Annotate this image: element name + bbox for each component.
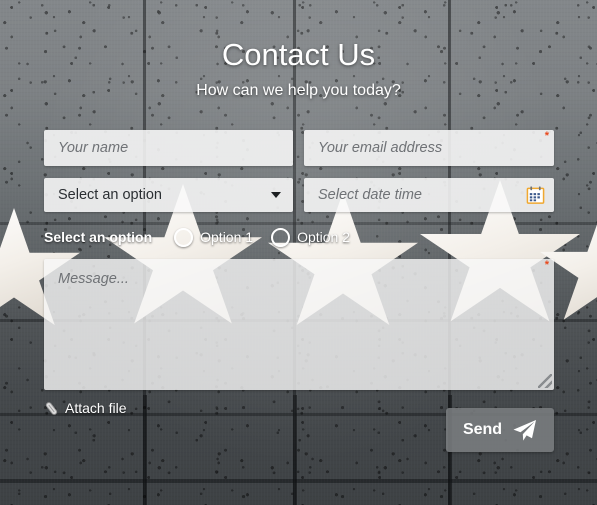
option-select-value: Select an option [58, 187, 162, 203]
textarea-resize-handle[interactable] [538, 374, 552, 388]
chevron-down-icon [271, 192, 281, 198]
email-required-asterisk: * [544, 130, 549, 142]
message-required-asterisk: * [544, 259, 549, 271]
page-subtitle: How can we help you today? [196, 82, 401, 99]
radio-option-1[interactable]: Option 1 [174, 227, 254, 247]
send-button-label: Send [462, 421, 503, 438]
radio-group-label: Select an option [44, 229, 153, 245]
paperclip-icon [44, 401, 59, 416]
radio-option-2-label: Option 2 [297, 229, 350, 245]
send-button[interactable]: Send [446, 408, 554, 452]
attach-file-link[interactable]: Attach file [44, 398, 126, 418]
page-header: Contact Us How can we help you today? [0, 36, 597, 102]
message-placeholder: Message... [58, 271, 129, 287]
option-select[interactable]: Select an option [44, 178, 293, 212]
date-time-placeholder: Select date time [318, 187, 422, 203]
radio-circle-icon[interactable] [174, 227, 194, 247]
contact-form-page: Contact Us How can we help you today? Yo… [0, 0, 597, 505]
calendar-icon[interactable] [526, 186, 545, 205]
radio-circle-icon[interactable] [271, 227, 291, 247]
message-textarea[interactable]: Message... * [44, 259, 554, 390]
page-title: Contact Us [221, 37, 376, 72]
radio-option-2[interactable]: Option 2 [271, 227, 350, 247]
name-placeholder: Your name [58, 140, 129, 156]
email-placeholder: Your email address [318, 140, 443, 156]
option-radio-group: Select an option Option 1 Option 2 [44, 226, 368, 248]
radio-option-1-label: Option 1 [200, 229, 254, 245]
paper-plane-icon [511, 417, 537, 443]
attach-file-label: Attach file [65, 400, 127, 416]
name-input[interactable]: Your name [44, 130, 293, 166]
date-time-input[interactable]: Select date time [304, 178, 554, 212]
email-input[interactable]: Your email address * [304, 130, 554, 166]
